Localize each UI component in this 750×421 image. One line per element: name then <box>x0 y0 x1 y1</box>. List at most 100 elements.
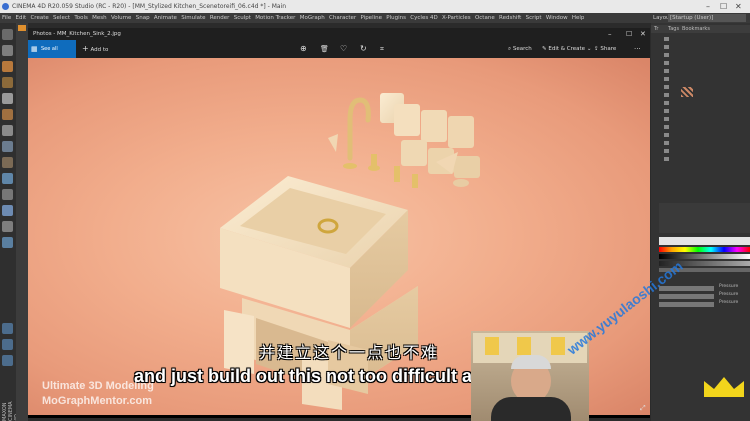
photos-minimize-icon[interactable]: – <box>608 28 612 40</box>
menu-redshift[interactable]: Redshift <box>499 15 521 21</box>
locked-workplane-icon[interactable] <box>2 189 13 200</box>
site-watermark: MoGraphMentor.com <box>42 395 153 407</box>
visibility-toggle[interactable] <box>664 125 669 129</box>
knife-tool-icon[interactable] <box>2 339 13 350</box>
visibility-toggle[interactable] <box>664 37 669 41</box>
visibility-toggle[interactable] <box>664 93 669 97</box>
polygons-mode-icon[interactable] <box>2 125 13 136</box>
tab-tags[interactable]: Tags <box>668 25 679 33</box>
fullscreen-icon[interactable]: ⤢ <box>640 404 646 413</box>
menu-help[interactable]: Help <box>572 15 585 21</box>
tab-tr[interactable]: Tr <box>654 25 658 33</box>
menu-plugins[interactable]: Plugins <box>386 15 406 21</box>
visibility-toggle[interactable] <box>664 101 669 105</box>
see-all-photos-button[interactable]: ▦ See all photos <box>28 40 76 70</box>
workplane-icon[interactable] <box>2 77 13 88</box>
visibility-toggle[interactable] <box>664 53 669 57</box>
visibility-toggle[interactable] <box>664 149 669 153</box>
menu-snap[interactable]: Snap <box>136 15 150 21</box>
favorite-icon[interactable]: ♡ <box>340 40 347 58</box>
rotate-icon[interactable]: ↻ <box>360 40 367 58</box>
photos-window-title: Photos - MM_Kitchen_Sink_2.jpg <box>33 31 121 37</box>
visibility-toggle[interactable] <box>664 69 669 73</box>
add-to-button[interactable]: + Add to <box>82 40 108 58</box>
pressure-slider-3[interactable] <box>659 302 714 307</box>
menu-x-particles[interactable]: X-Particles <box>442 15 471 21</box>
delete-icon[interactable]: 🗑 <box>320 40 329 58</box>
share-button[interactable]: ⇪ Share <box>594 40 616 58</box>
extrude-tool-icon[interactable] <box>2 355 13 366</box>
visibility-toggle[interactable] <box>664 109 669 113</box>
maximize-icon[interactable]: ☐ <box>720 0 727 13</box>
visibility-toggle[interactable] <box>664 45 669 49</box>
search-button[interactable]: ⌕ Search <box>508 40 532 58</box>
material-tag-icon[interactable] <box>681 87 693 97</box>
model-mode-icon[interactable] <box>2 45 13 56</box>
hue-spectrum[interactable] <box>659 247 750 252</box>
c4d-viewport-edge <box>16 23 28 421</box>
c4d-menu-bar: File Edit Create Select Tools Mesh Volume Snap A… <box>0 13 750 23</box>
pressure-slider-2[interactable] <box>659 294 714 299</box>
photos-close-icon[interactable]: ✕ <box>640 28 646 40</box>
minimize-icon[interactable]: – <box>706 0 710 13</box>
planar-workplane-icon[interactable] <box>2 205 13 216</box>
pressure-slider-1[interactable] <box>659 286 714 291</box>
visibility-toggle[interactable] <box>664 85 669 89</box>
menu-window[interactable]: Window <box>546 15 568 21</box>
brush-tool-icon[interactable] <box>2 237 13 248</box>
texture-mode-icon[interactable] <box>2 61 13 72</box>
photos-maximize-icon[interactable]: ☐ <box>626 28 632 40</box>
gray-spectrum[interactable] <box>659 254 750 259</box>
visibility-toggle[interactable] <box>664 61 669 65</box>
undo-tool-icon[interactable] <box>2 29 13 40</box>
menu-create[interactable]: Create <box>30 15 48 21</box>
webcam-person-shirt <box>491 397 571 421</box>
visibility-toggle[interactable] <box>664 157 669 161</box>
menu-sculpt[interactable]: Sculpt <box>234 15 251 21</box>
menu-mograph[interactable]: MoGraph <box>300 15 325 21</box>
enable-axis-icon[interactable] <box>2 141 13 152</box>
menu-render[interactable]: Render <box>210 15 230 21</box>
crop-icon[interactable]: ⌗ <box>380 40 384 58</box>
menu-script[interactable]: Script <box>526 15 542 21</box>
menu-select[interactable]: Select <box>53 15 70 21</box>
menu-pipeline[interactable]: Pipeline <box>360 15 382 21</box>
tab-bookmarks[interactable]: Bookmarks <box>682 25 710 33</box>
menu-file[interactable]: File <box>2 15 11 21</box>
edges-mode-icon[interactable] <box>2 109 13 120</box>
menu-edit[interactable]: Edit <box>16 15 27 21</box>
c4d-title-bar: CINEMA 4D R20.059 Studio (RC - R20) - [M… <box>0 0 750 13</box>
points-mode-icon[interactable] <box>2 93 13 104</box>
menu-volume[interactable]: Volume <box>111 15 131 21</box>
visibility-toggle[interactable] <box>664 77 669 81</box>
color-field[interactable] <box>659 237 750 245</box>
visibility-toggle[interactable] <box>664 133 669 137</box>
grid-icon: ▦ <box>31 45 38 53</box>
webcam-person-hair <box>511 355 551 369</box>
course-title-watermark: Ultimate 3D Modeling <box>42 380 154 392</box>
visibility-toggle[interactable] <box>664 141 669 145</box>
more-icon[interactable]: ··· <box>634 40 641 58</box>
menu-character[interactable]: Character <box>329 15 356 21</box>
sculpt-tool-icon[interactable] <box>2 323 13 334</box>
share-label: Share <box>600 46 617 52</box>
menu-mesh[interactable]: Mesh <box>92 15 106 21</box>
zoom-icon[interactable]: ⊕ <box>300 40 307 58</box>
edit-create-button[interactable]: ✎ Edit & Create ⌄ <box>542 40 591 58</box>
snap-icon[interactable] <box>2 173 13 184</box>
edit-create-label: Edit & Create <box>548 46 586 52</box>
tweak-icon[interactable] <box>2 157 13 168</box>
webcam-poster <box>485 337 499 355</box>
menu-tools[interactable]: Tools <box>74 15 88 21</box>
menu-simulate[interactable]: Simulate <box>181 15 205 21</box>
solo-icon[interactable] <box>2 221 13 232</box>
menu-motion-tracker[interactable]: Motion Tracker <box>255 15 295 21</box>
viewport-menu-icon[interactable] <box>18 25 26 31</box>
menu-cycles4d[interactable]: Cycles 4D <box>410 15 437 21</box>
menu-octane[interactable]: Octane <box>475 15 495 21</box>
layout-select[interactable]: [Startup (User)] <box>668 14 746 22</box>
subtitle-english: and just build out this not too difficul… <box>134 366 503 386</box>
close-icon[interactable]: ✕ <box>735 0 742 13</box>
menu-animate[interactable]: Animate <box>154 15 177 21</box>
visibility-toggle[interactable] <box>664 117 669 121</box>
